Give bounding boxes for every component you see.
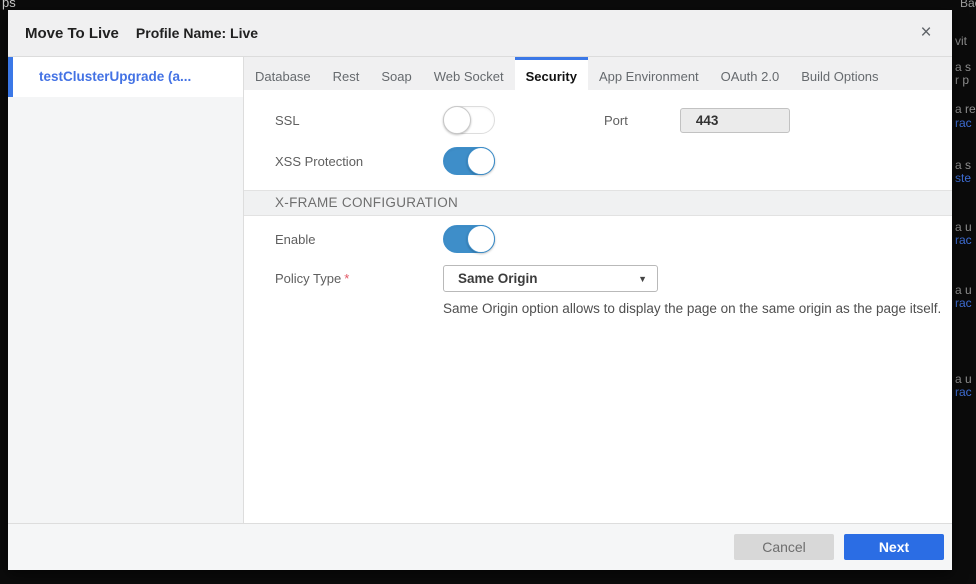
backdrop-text-fragment: a re xyxy=(955,102,976,116)
xframe-enable-toggle[interactable] xyxy=(443,225,495,253)
tab-security[interactable]: Security xyxy=(515,57,588,90)
policy-type-label-text: Policy Type xyxy=(275,271,341,286)
chevron-down-icon: ▼ xyxy=(638,274,647,284)
tab-app-environment[interactable]: App Environment xyxy=(588,57,710,90)
port-input[interactable] xyxy=(680,108,790,133)
tab-rest[interactable]: Rest xyxy=(322,57,371,90)
tab-oauth-2-0[interactable]: OAuth 2.0 xyxy=(710,57,791,90)
backdrop-text-fragment: ps xyxy=(2,0,16,10)
backdrop-text-fragment: Bac xyxy=(960,0,976,10)
policy-type-helper-text: Same Origin option allows to display the… xyxy=(244,301,952,316)
ssl-label: SSL xyxy=(275,113,443,128)
security-tab-content: SSL Port XSS Protection X-FRAME CONFIGUR… xyxy=(244,90,952,523)
settings-tabbar: DatabaseRestSoapWeb SocketSecurityApp En… xyxy=(244,57,952,90)
next-button[interactable]: Next xyxy=(844,534,944,560)
profile-name-label: Profile Name: Live xyxy=(136,25,258,41)
app-list-sidebar: testClusterUpgrade (a... xyxy=(8,57,244,523)
dialog-footer: Cancel Next xyxy=(8,523,952,570)
xframe-configuration-section-header: X-FRAME CONFIGURATION xyxy=(244,190,952,216)
dialog-title: Move To Live xyxy=(25,25,119,42)
sidebar-item-test-cluster-upgrade[interactable]: testClusterUpgrade (a... xyxy=(8,57,243,97)
backdrop-text-fragment: a s xyxy=(955,60,971,74)
xss-protection-label: XSS Protection xyxy=(275,154,443,169)
backdrop-text-fragment: a s xyxy=(955,158,971,172)
policy-type-label: Policy Type* xyxy=(275,271,443,286)
backdrop-text-fragment: rac xyxy=(955,233,972,247)
dialog-header: Move To Live Profile Name: Live × xyxy=(8,10,952,57)
required-asterisk: * xyxy=(344,271,349,286)
backdrop-text-fragment: a u xyxy=(955,283,972,297)
cancel-button[interactable]: Cancel xyxy=(734,534,834,560)
backdrop-text-fragment: a u xyxy=(955,220,972,234)
ssl-toggle[interactable] xyxy=(443,106,495,134)
port-label: Port xyxy=(604,113,628,128)
toggle-knob xyxy=(467,225,495,253)
backdrop-text-fragment: a u xyxy=(955,372,972,386)
backdrop-text-fragment: ste xyxy=(955,171,971,185)
move-to-live-dialog: Move To Live Profile Name: Live × testCl… xyxy=(8,10,952,570)
toggle-knob xyxy=(467,147,495,175)
policy-type-selected-value: Same Origin xyxy=(458,271,638,286)
backdrop-text-fragment: r p xyxy=(955,73,969,87)
backdrop-text-fragment: rac xyxy=(955,296,972,310)
settings-panel: DatabaseRestSoapWeb SocketSecurityApp En… xyxy=(244,57,952,523)
policy-type-select[interactable]: Same Origin ▼ xyxy=(443,265,658,292)
toggle-knob xyxy=(443,106,471,134)
enable-label: Enable xyxy=(275,232,443,247)
close-icon[interactable]: × xyxy=(914,21,938,45)
tab-web-socket[interactable]: Web Socket xyxy=(423,57,515,90)
tab-soap[interactable]: Soap xyxy=(370,57,422,90)
backdrop-text-fragment: rac xyxy=(955,116,972,130)
tab-build-options[interactable]: Build Options xyxy=(790,57,889,90)
backdrop-text-fragment: vit xyxy=(955,34,967,48)
backdrop-text-fragment: rac xyxy=(955,385,972,399)
tab-database[interactable]: Database xyxy=(244,57,322,90)
xss-protection-toggle[interactable] xyxy=(443,147,495,175)
dialog-body: testClusterUpgrade (a... DatabaseRestSoa… xyxy=(8,57,952,523)
